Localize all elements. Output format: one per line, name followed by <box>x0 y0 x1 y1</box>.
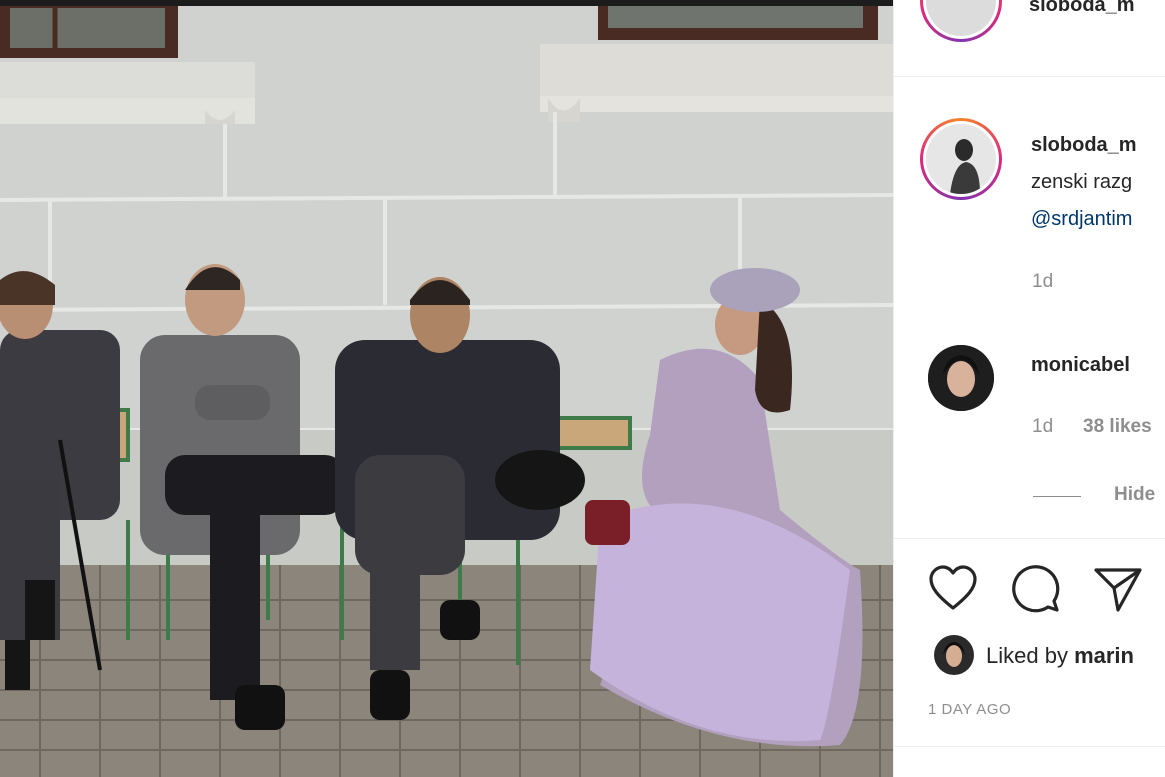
author-avatar-image <box>926 124 996 194</box>
caption-mention[interactable]: @srdjantim <box>1031 208 1132 231</box>
author-username[interactable]: sloboda_m <box>1031 134 1137 157</box>
header-avatar[interactable] <box>920 0 1002 42</box>
comment-username[interactable]: monicabel <box>1031 354 1130 377</box>
comment-icon[interactable] <box>1010 563 1062 620</box>
header-username[interactable]: sloboda_m <box>1029 0 1135 17</box>
commenter-avatar-image <box>928 345 994 411</box>
post-photo[interactable] <box>0 0 893 777</box>
photo-scene <box>0 0 893 777</box>
liker-avatar-image <box>934 635 974 675</box>
share-icon[interactable] <box>1092 564 1144 619</box>
caption-time[interactable]: 1d <box>1032 271 1053 293</box>
liked-by-prefix: Liked by <box>986 643 1068 668</box>
hide-replies-line <box>1033 496 1081 497</box>
comment-likes[interactable]: 38 likes <box>1083 416 1152 438</box>
hide-replies-button[interactable]: Hide <box>1114 484 1155 506</box>
commenter-avatar[interactable] <box>928 345 994 411</box>
liked-by-text: Liked by marin <box>986 643 1134 669</box>
heart-icon[interactable] <box>928 564 978 617</box>
liked-by-user[interactable]: marin <box>1074 643 1134 668</box>
footer-divider <box>894 746 1165 747</box>
caption-text: zenski razg <box>1031 171 1133 193</box>
post-sidebar: sloboda_m sloboda_m zenski razg @srdjant… <box>893 0 1165 777</box>
post-timestamp[interactable]: 1 DAY AGO <box>928 701 1011 718</box>
actions-divider <box>894 538 1165 539</box>
header-divider <box>894 76 1165 77</box>
comment-time[interactable]: 1d <box>1032 416 1053 438</box>
liker-avatar[interactable] <box>934 635 974 675</box>
author-avatar[interactable] <box>920 118 1002 200</box>
